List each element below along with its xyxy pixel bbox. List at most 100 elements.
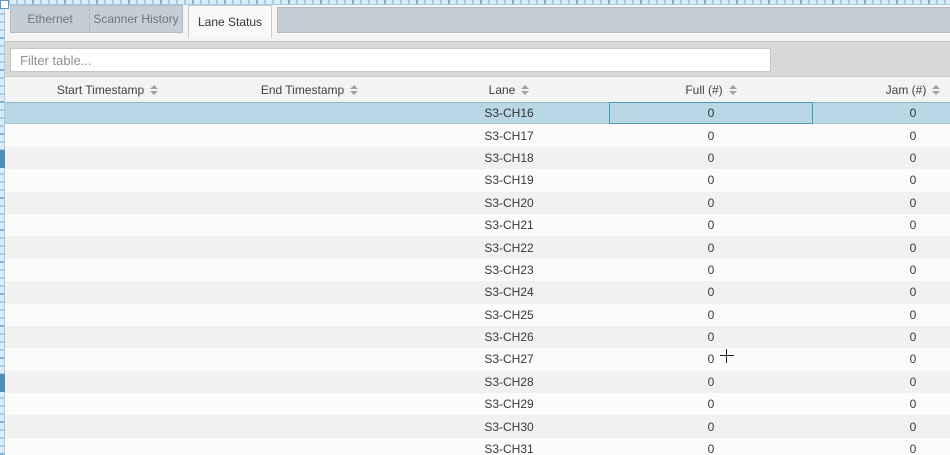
cell-full[interactable]: 0: [609, 348, 813, 370]
column-header-lane[interactable]: Lane: [409, 77, 609, 102]
cell-jam[interactable]: 0: [813, 147, 950, 169]
tab-scanner-history[interactable]: Scanner History: [89, 5, 183, 33]
cell-end[interactable]: [210, 147, 409, 169]
cell-end[interactable]: [210, 259, 409, 281]
cell-end[interactable]: [210, 438, 409, 455]
cell-jam[interactable]: 0: [813, 169, 950, 191]
table-row[interactable]: S3-CH3000: [5, 415, 950, 437]
cell-end[interactable]: [210, 304, 409, 326]
column-header-start-timestamp[interactable]: Start Timestamp: [5, 77, 210, 102]
cell-lane[interactable]: S3-CH21: [409, 214, 609, 236]
cell-lane[interactable]: S3-CH19: [409, 169, 609, 191]
cell-full[interactable]: 0: [609, 326, 813, 348]
column-header-end-timestamp[interactable]: End Timestamp: [210, 77, 409, 102]
table-row[interactable]: S3-CH2700: [5, 348, 950, 370]
cell-lane[interactable]: S3-CH27: [409, 348, 609, 370]
table-row[interactable]: S3-CH2500: [5, 304, 950, 326]
cell-lane[interactable]: S3-CH28: [409, 371, 609, 393]
cell-end[interactable]: [210, 348, 409, 370]
cell-jam[interactable]: 0: [813, 304, 950, 326]
cell-end[interactable]: [210, 393, 409, 415]
cell-full[interactable]: 0: [609, 102, 813, 124]
cell-end[interactable]: [210, 415, 409, 437]
cell-end[interactable]: [210, 124, 409, 146]
cell-full[interactable]: 0: [609, 415, 813, 437]
cell-jam[interactable]: 0: [813, 281, 950, 303]
cell-start[interactable]: [5, 304, 210, 326]
cell-jam[interactable]: 0: [813, 214, 950, 236]
column-header-jam[interactable]: Jam (#): [813, 77, 950, 102]
cell-start[interactable]: [5, 393, 210, 415]
cell-end[interactable]: [210, 214, 409, 236]
cell-jam[interactable]: 0: [813, 192, 950, 214]
table-row[interactable]: S3-CH2900: [5, 393, 950, 415]
cell-full[interactable]: 0: [609, 169, 813, 191]
table-row[interactable]: S3-CH2300: [5, 259, 950, 281]
selection-resize-handle[interactable]: [0, 0, 9, 9]
cell-full[interactable]: 0: [609, 214, 813, 236]
cell-lane[interactable]: S3-CH25: [409, 304, 609, 326]
cell-lane[interactable]: S3-CH23: [409, 259, 609, 281]
cell-jam[interactable]: 0: [813, 393, 950, 415]
cell-start[interactable]: [5, 169, 210, 191]
cell-start[interactable]: [5, 438, 210, 455]
cell-start[interactable]: [5, 147, 210, 169]
cell-full[interactable]: 0: [609, 438, 813, 455]
cell-lane[interactable]: S3-CH31: [409, 438, 609, 455]
cell-start[interactable]: [5, 281, 210, 303]
cell-lane[interactable]: S3-CH29: [409, 393, 609, 415]
cell-start[interactable]: [5, 124, 210, 146]
cell-lane[interactable]: S3-CH22: [409, 236, 609, 258]
cell-full[interactable]: 0: [609, 371, 813, 393]
cell-lane[interactable]: S3-CH17: [409, 124, 609, 146]
cell-end[interactable]: [210, 169, 409, 191]
column-header-full[interactable]: Full (#): [609, 77, 813, 102]
cell-end[interactable]: [210, 236, 409, 258]
cell-full[interactable]: 0: [609, 281, 813, 303]
cell-jam[interactable]: 0: [813, 438, 950, 455]
cell-full[interactable]: 0: [609, 236, 813, 258]
cell-start[interactable]: [5, 371, 210, 393]
table-row[interactable]: S3-CH1900: [5, 169, 950, 191]
table-row[interactable]: S3-CH2600: [5, 326, 950, 348]
cell-start[interactable]: [5, 214, 210, 236]
cell-full[interactable]: 0: [609, 393, 813, 415]
cell-jam[interactable]: 0: [813, 259, 950, 281]
cell-lane[interactable]: S3-CH30: [409, 415, 609, 437]
table-row[interactable]: S3-CH1600: [5, 102, 950, 124]
cell-jam[interactable]: 0: [813, 102, 950, 124]
tab-lane-status[interactable]: Lane Status: [188, 5, 272, 38]
table-row[interactable]: S3-CH1700: [5, 124, 950, 146]
cell-jam[interactable]: 0: [813, 236, 950, 258]
cell-lane[interactable]: S3-CH26: [409, 326, 609, 348]
tab-ethernet[interactable]: Ethernet: [10, 5, 90, 33]
table-row[interactable]: S3-CH2200: [5, 236, 950, 258]
cell-end[interactable]: [210, 281, 409, 303]
table-row[interactable]: S3-CH3100: [5, 438, 950, 455]
cell-jam[interactable]: 0: [813, 326, 950, 348]
cell-start[interactable]: [5, 348, 210, 370]
cell-lane[interactable]: S3-CH20: [409, 192, 609, 214]
cell-jam[interactable]: 0: [813, 348, 950, 370]
cell-end[interactable]: [210, 192, 409, 214]
cell-jam[interactable]: 0: [813, 124, 950, 146]
table-row[interactable]: S3-CH2100: [5, 214, 950, 236]
cell-full[interactable]: 0: [609, 124, 813, 146]
table-row[interactable]: S3-CH1800: [5, 147, 950, 169]
cell-full[interactable]: 0: [609, 192, 813, 214]
cell-full[interactable]: 0: [609, 259, 813, 281]
cell-start[interactable]: [5, 326, 210, 348]
table-row[interactable]: S3-CH2400: [5, 281, 950, 303]
cell-jam[interactable]: 0: [813, 415, 950, 437]
cell-start[interactable]: [5, 102, 210, 124]
cell-start[interactable]: [5, 236, 210, 258]
cell-full[interactable]: 0: [609, 304, 813, 326]
cell-full[interactable]: 0: [609, 147, 813, 169]
table-row[interactable]: S3-CH2000: [5, 192, 950, 214]
cell-lane[interactable]: S3-CH16: [409, 102, 609, 124]
cell-jam[interactable]: 0: [813, 371, 950, 393]
cell-lane[interactable]: S3-CH18: [409, 147, 609, 169]
cell-start[interactable]: [5, 259, 210, 281]
cell-start[interactable]: [5, 192, 210, 214]
filter-input[interactable]: [10, 48, 771, 72]
